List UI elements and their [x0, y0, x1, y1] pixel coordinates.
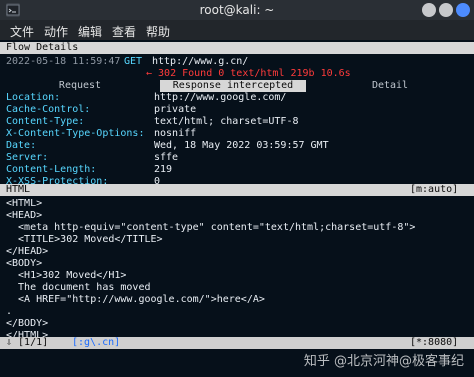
tab-detail[interactable]: Detail	[306, 80, 474, 92]
body-line: <meta http-equiv="content-type" content=…	[6, 222, 416, 233]
header-key: Location:	[6, 92, 61, 103]
header-key: Content-Length:	[6, 164, 97, 175]
tab-response[interactable]: Response intercepted	[160, 80, 306, 92]
flow-details-header: Flow Details	[6, 42, 79, 53]
header-value: private	[154, 104, 197, 115]
flow-tabs: Request Response intercepted Detail	[0, 80, 474, 92]
body-line: </HEAD>	[6, 246, 49, 257]
header-key: Content-Type:	[6, 116, 85, 127]
menu-view[interactable]: 查看	[112, 23, 136, 40]
status-right: [*:8080]	[410, 337, 459, 348]
title-bar: root@kali: ~	[0, 0, 474, 20]
header-key: Cache-Control:	[6, 104, 91, 115]
body-line: The document has moved	[6, 282, 151, 293]
header-value: 219	[154, 164, 173, 175]
header-value: sffe	[154, 152, 179, 163]
section-label: HTML	[6, 184, 31, 195]
status-bar: ⇩ [1/1] [:g\.cn] [*:8080]	[0, 337, 474, 349]
menu-edit[interactable]: 编辑	[78, 23, 102, 40]
menu-help[interactable]: 帮助	[146, 23, 170, 40]
body-line: <A HREF="http://www.google.com/">here</A…	[6, 294, 265, 305]
maximize-button[interactable]	[439, 3, 453, 17]
minimize-button[interactable]	[422, 3, 436, 17]
close-button[interactable]	[456, 3, 470, 17]
menu-bar: 文件 动作 编辑 查看 帮助	[0, 20, 474, 40]
watermark: 知乎 @北京河神@极客事纪	[303, 354, 464, 369]
status-filter[interactable]: [:g\.cn]	[72, 337, 120, 349]
header-value: nosniff	[154, 128, 197, 139]
body-line: .	[6, 306, 13, 317]
body-line: <TITLE>302 Moved</TITLE>	[6, 234, 163, 245]
tab-request[interactable]: Request	[0, 80, 160, 92]
header-key: X-Content-Type-Options:	[6, 128, 145, 139]
body-line: <HTML>	[6, 198, 43, 209]
body-line: </BODY>	[6, 318, 49, 329]
section-mode[interactable]: [m:auto]	[410, 184, 458, 196]
window-title: root@kali: ~	[199, 3, 275, 17]
header-value: http://www.google.com/	[154, 92, 287, 103]
flow-timestamp: 2022-05-18 11:59:47	[6, 56, 121, 67]
terminal-content: Flow Details 2022-05-18 11:59:47 GET htt…	[0, 40, 474, 377]
status-left: ⇩ [1/1]	[6, 337, 49, 348]
menu-action[interactable]: 动作	[44, 23, 68, 40]
flow-details-header-bar: Flow Details	[0, 42, 474, 54]
flow-url: http://www.g.cn/	[152, 56, 249, 67]
header-value: Wed, 18 May 2022 03:59:57 GMT	[154, 140, 329, 151]
section-bar: HTML [m:auto]	[0, 184, 474, 196]
menu-file[interactable]: 文件	[10, 23, 34, 40]
flow-response-line: ← 302 Found 0 text/html 219b 10.6s	[146, 68, 351, 79]
body-line: <BODY>	[6, 258, 43, 269]
body-line: <H1>302 Moved</H1>	[6, 270, 127, 281]
header-key: Server:	[6, 152, 49, 163]
body-line: <HEAD>	[6, 210, 43, 221]
header-value: text/html; charset=UTF-8	[154, 116, 299, 127]
flow-method: GET	[124, 56, 143, 67]
terminal-window: root@kali: ~ 文件 动作 编辑 查看 帮助 Flow Details…	[0, 0, 474, 377]
header-key: Date:	[6, 140, 37, 151]
